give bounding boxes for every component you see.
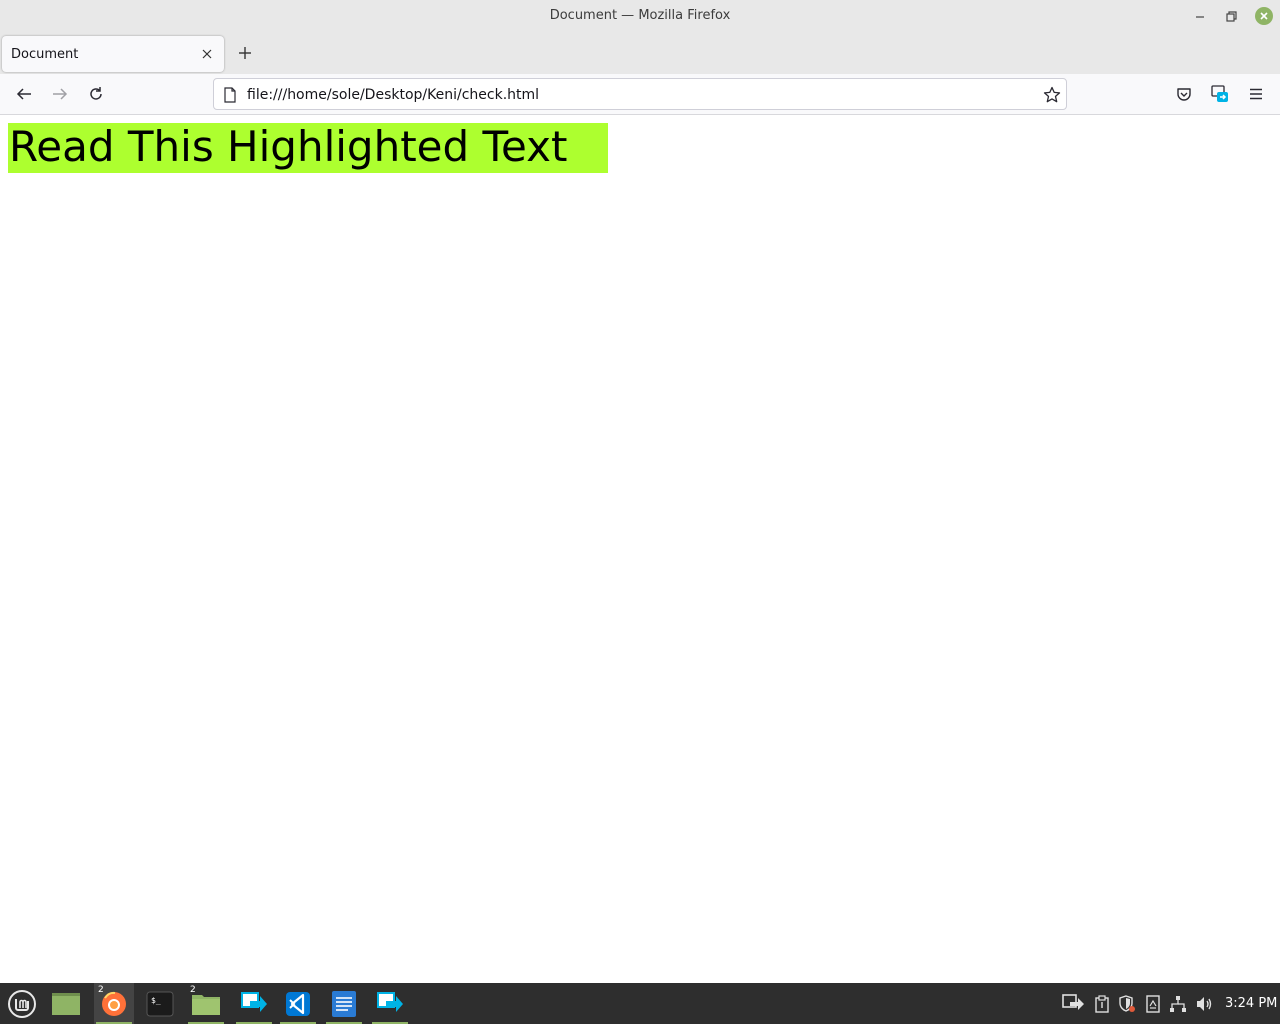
taskbar: 2 $_ 2 3:24 PM (0, 983, 1280, 1024)
window-title: Document — Mozilla Firefox (549, 8, 731, 23)
clipboard-icon (1095, 995, 1109, 1013)
arrow-right-icon (53, 88, 68, 100)
hamburger-menu-icon (1250, 88, 1262, 100)
tray-volume[interactable] (1194, 993, 1214, 1015)
taskbar-terminal[interactable]: $_ (140, 983, 180, 1024)
page-content: Read This Highlighted Text (0, 115, 1280, 983)
vscode-icon (286, 991, 310, 1016)
tab-strip: Document (0, 32, 1280, 74)
url-text[interactable]: file:///home/sole/Desktop/Keni/check.htm… (247, 87, 539, 103)
terminal-glyph: $_ (151, 996, 161, 1005)
taskbar-text-editor[interactable] (324, 983, 364, 1024)
url-bar[interactable]: file:///home/sole/Desktop/Keni/check.htm… (213, 78, 1067, 110)
tray-clipboard[interactable] (1092, 993, 1112, 1015)
files-folder-icon (192, 994, 220, 1015)
extension-button[interactable] (1209, 83, 1231, 105)
show-desktop-icon (52, 992, 80, 1015)
taskbar-app-1[interactable] (234, 983, 274, 1024)
arrow-left-icon (16, 88, 31, 100)
taskbar-vscode[interactable] (278, 983, 318, 1024)
page-icon (224, 87, 236, 103)
mint-menu-icon (8, 989, 36, 1018)
firefox-icon (102, 991, 126, 1016)
forward-button[interactable] (49, 83, 71, 105)
pocket-button[interactable] (1173, 83, 1195, 105)
tray-network[interactable] (1168, 993, 1188, 1015)
tray-shield[interactable] (1117, 993, 1137, 1015)
app-arrow-icon (241, 991, 267, 1012)
restore-icon (1225, 10, 1237, 22)
taskbar-files[interactable]: 2 (186, 983, 226, 1024)
taskbar-firefox[interactable]: 2 (94, 983, 134, 1024)
reload-icon (90, 87, 102, 100)
network-icon (1170, 996, 1186, 1012)
new-tab-button[interactable] (234, 42, 256, 64)
close-icon (1260, 12, 1268, 20)
text-editor-icon (332, 990, 356, 1017)
shield-icon (1119, 995, 1135, 1012)
highlighted-text: Read This Highlighted Text (9, 122, 568, 171)
app-arrow-icon (1062, 994, 1084, 1010)
close-icon (202, 49, 212, 59)
tray-notes[interactable] (1143, 993, 1163, 1015)
volume-icon (1197, 997, 1212, 1011)
tab-close-button[interactable] (199, 46, 215, 62)
extension-icon (1211, 85, 1228, 102)
app-arrow-icon (377, 991, 403, 1012)
highlighted-block: Read This Highlighted Text (8, 123, 608, 173)
window-count-badge: 2 (98, 985, 104, 995)
navigation-toolbar: file:///home/sole/Desktop/Keni/check.htm… (0, 74, 1280, 115)
minimize-button[interactable] (1191, 7, 1209, 25)
window-count-badge: 2 (190, 985, 196, 995)
back-button[interactable] (13, 83, 35, 105)
pocket-icon (1177, 88, 1191, 101)
plus-icon (239, 47, 251, 59)
show-desktop-button[interactable] (46, 983, 86, 1024)
close-window-button[interactable] (1255, 7, 1273, 25)
clock[interactable]: 3:24 PM (1225, 996, 1277, 1011)
reload-button[interactable] (85, 83, 107, 105)
tab-title: Document (11, 47, 79, 62)
maximize-button[interactable] (1222, 7, 1240, 25)
note-icon (1146, 995, 1160, 1013)
tray-app-icon[interactable] (1062, 993, 1086, 1015)
terminal-icon: $_ (146, 991, 174, 1016)
bookmark-star-icon[interactable] (1043, 86, 1061, 104)
mint-menu-button[interactable] (2, 983, 42, 1024)
app-menu-button[interactable] (1245, 83, 1267, 105)
window-titlebar: Document — Mozilla Firefox (0, 0, 1280, 32)
minimize-icon (1196, 16, 1204, 18)
tab-document[interactable]: Document (2, 36, 224, 72)
taskbar-app-2[interactable] (370, 983, 410, 1024)
